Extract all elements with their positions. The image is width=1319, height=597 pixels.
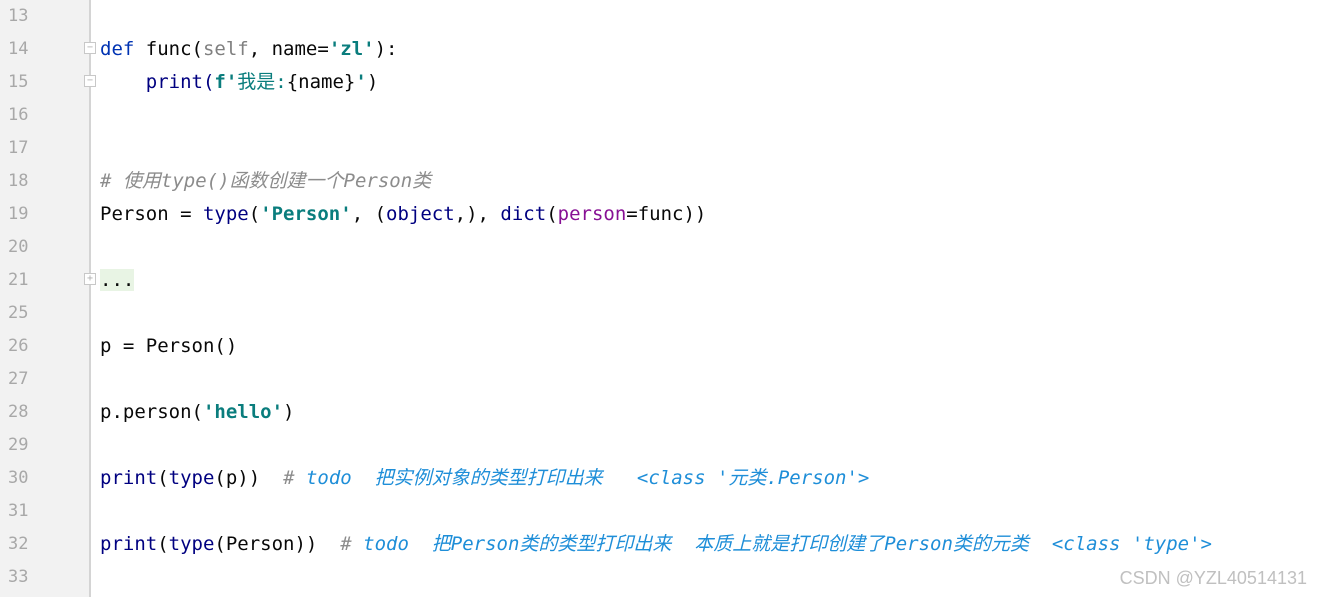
code-token: person: [557, 203, 627, 225]
code-token: type: [168, 467, 215, 489]
code-token: print: [100, 533, 158, 555]
code-token: print(: [100, 71, 215, 93]
code-token: def: [100, 38, 146, 60]
code-line[interactable]: 27: [0, 363, 1319, 396]
code-line[interactable]: 19 Person = type('Person', (object,), dic…: [0, 198, 1319, 231]
code-token: 我是:: [237, 71, 287, 93]
line-number: 17: [8, 138, 29, 158]
line-number: 14: [8, 39, 29, 59]
code-line[interactable]: 14 def func(self, name='zl'):: [0, 33, 1319, 66]
code-token: ...: [100, 269, 135, 291]
code-token: (Person)): [214, 533, 341, 555]
watermark: CSDN @YZL40514131: [1119, 568, 1307, 588]
line-number: 25: [8, 303, 29, 323]
code-token: (p)): [214, 467, 284, 489]
line-number: 28: [8, 402, 29, 422]
line-number: 15: [8, 72, 29, 92]
code-token: ,),: [454, 203, 501, 225]
code-line[interactable]: 18 # 使用type()函数创建一个Person类: [0, 165, 1319, 198]
code-token: object: [386, 203, 455, 225]
line-number: 20: [8, 237, 29, 257]
code-token: =func)): [626, 203, 707, 225]
code-token: p = Person(): [100, 335, 238, 357]
line-number: 33: [8, 567, 29, 587]
code-token: type: [168, 533, 215, 555]
code-text: print(f'我是:{name}'): [100, 66, 379, 99]
code-line[interactable]: 28 p.person('hello'): [0, 396, 1319, 429]
code-token: # 使用type()函数创建一个Person类: [100, 170, 432, 192]
code-line[interactable]: 30 print(type(p)) # todo 把实例对象的类型打印出来 <cl…: [0, 462, 1319, 495]
code-token: ):: [374, 38, 398, 60]
line-number: 18: [8, 171, 29, 191]
code-token: Person =: [100, 203, 203, 225]
code-text: print(type(p)) # todo 把实例对象的类型打印出来 <clas…: [100, 462, 869, 495]
fold-collapse-icon[interactable]: −: [84, 42, 96, 54]
line-number: 26: [8, 336, 29, 356]
code-text: Person = type('Person', (object,), dict(…: [100, 198, 706, 231]
code-line[interactable]: 25: [0, 297, 1319, 330]
code-text: p = Person(): [100, 330, 237, 363]
code-line[interactable]: 21...: [0, 264, 1319, 297]
code-token: ): [283, 401, 295, 423]
code-token: (: [157, 533, 169, 555]
code-token: , (: [351, 203, 387, 225]
code-token: f': [214, 71, 238, 93]
line-number: 32: [8, 534, 29, 554]
code-token: (: [248, 203, 261, 225]
line-number: 27: [8, 369, 29, 389]
code-token: #: [283, 467, 306, 489]
fold-end-icon[interactable]: −: [84, 75, 96, 87]
code-text: # 使用type()函数创建一个Person类: [100, 165, 431, 198]
code-token: 'hello': [202, 401, 284, 423]
code-line[interactable]: 16: [0, 99, 1319, 132]
code-token: , name=: [248, 38, 329, 60]
line-number: 13: [8, 6, 29, 26]
code-token: dict: [500, 203, 547, 225]
code-token: (: [546, 203, 558, 225]
line-number: 16: [8, 105, 29, 125]
code-token: todo 把实例对象的类型打印出来 <class '元类.Person'>: [305, 467, 870, 489]
code-text: ...: [100, 264, 135, 297]
code-line[interactable]: 32 print(type(Person)) # todo 把Person类的类型…: [0, 528, 1319, 561]
line-number: 19: [8, 204, 29, 224]
code-token: 'Person': [260, 203, 352, 225]
code-line[interactable]: 29: [0, 429, 1319, 462]
line-number: 29: [8, 435, 29, 455]
fold-expand-icon[interactable]: +: [84, 273, 96, 285]
code-token: (: [157, 467, 169, 489]
code-token: todo 把Person类的类型打印出来 本质上就是打印创建了Person类的元…: [363, 533, 1212, 555]
code-token: p.person(: [100, 401, 203, 423]
code-line[interactable]: 31: [0, 495, 1319, 528]
code-token: ): [366, 71, 379, 93]
code-text: print(type(Person)) # todo 把Person类的类型打印…: [100, 528, 1212, 561]
code-line[interactable]: 17: [0, 132, 1319, 165]
code-token: 'zl': [328, 38, 375, 60]
code-token: ': [355, 71, 367, 93]
line-number: 30: [8, 468, 29, 488]
code-token: func(: [145, 38, 203, 60]
code-line[interactable]: 13: [0, 0, 1319, 33]
line-number: 31: [8, 501, 29, 521]
code-line[interactable]: 15 print(f'我是:{name}'): [0, 66, 1319, 99]
code-text: p.person('hello'): [100, 396, 294, 429]
code-text: def func(self, name='zl'):: [100, 33, 397, 66]
code-token: print: [100, 467, 158, 489]
code-token: self: [202, 38, 249, 60]
code-token: type: [202, 203, 249, 225]
code-line[interactable]: 26 p = Person(): [0, 330, 1319, 363]
code-token: #: [340, 533, 364, 555]
code-token: {name}: [286, 71, 356, 93]
code-line[interactable]: 20: [0, 231, 1319, 264]
line-number: 21: [8, 270, 29, 290]
